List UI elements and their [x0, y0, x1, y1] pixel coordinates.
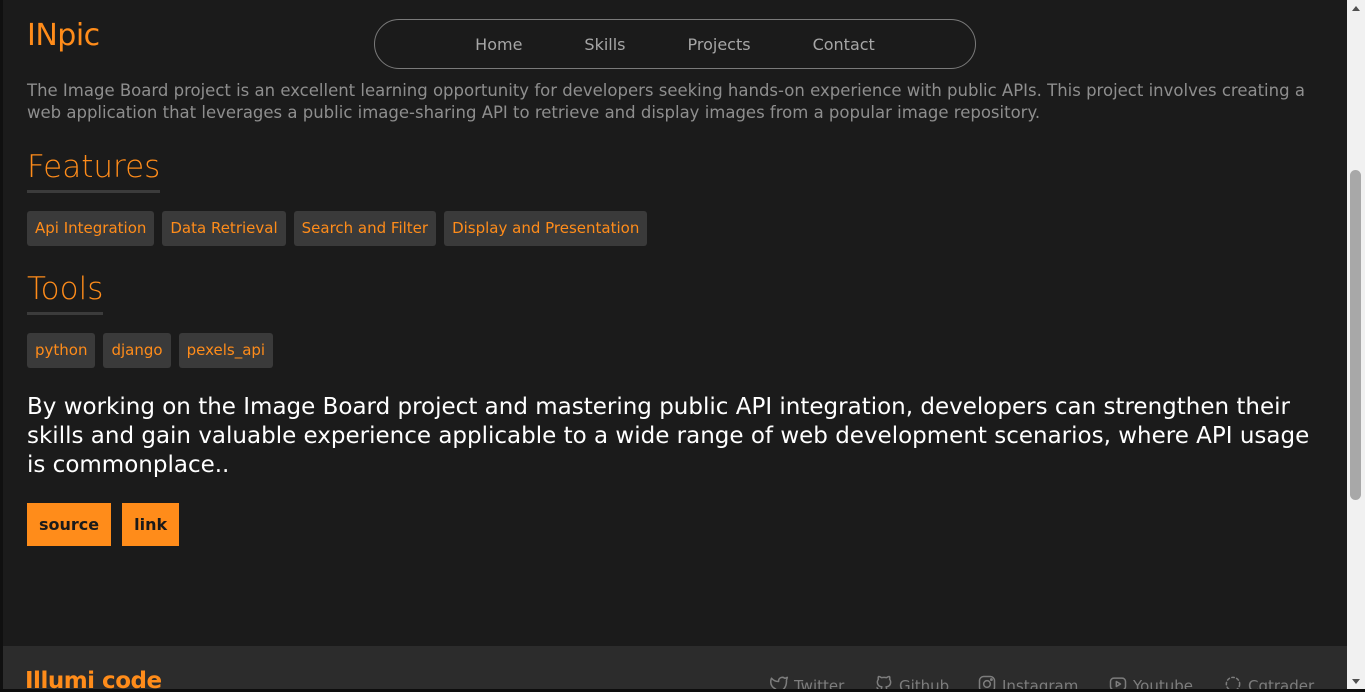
cgtrader-label: Cgtrader [1248, 677, 1315, 689]
vertical-scrollbar[interactable] [1347, 0, 1365, 689]
youtube-link[interactable]: Youtube [1108, 674, 1193, 689]
instagram-label: Instagram [1002, 677, 1079, 689]
footer-brand[interactable]: Illumi code [25, 668, 162, 689]
tool-chip: python [27, 333, 96, 368]
tools-heading: Tools [27, 270, 104, 315]
brand-logo[interactable]: INpic [27, 18, 100, 53]
source-button[interactable]: source [27, 503, 112, 546]
twitter-icon [769, 674, 789, 689]
project-actions: source link [27, 503, 180, 546]
project-intro: The Image Board project is an excellent … [27, 81, 1305, 122]
youtube-icon [1108, 674, 1128, 689]
youtube-label: Youtube [1133, 677, 1193, 689]
instagram-icon [977, 674, 997, 689]
tool-chip: pexels_api [178, 333, 274, 368]
link-button[interactable]: link [122, 503, 180, 546]
window-left-edge [0, 0, 3, 692]
nav-contact[interactable]: Contact [813, 35, 875, 54]
scroll-down-arrow-icon[interactable] [1347, 673, 1365, 689]
scroll-up-arrow-icon[interactable] [1347, 0, 1365, 16]
github-icon [874, 674, 894, 689]
feature-chip: Api Integration [27, 211, 155, 246]
twitter-label: Twitter [794, 677, 845, 689]
cgtrader-link[interactable]: Cgtrader [1223, 674, 1314, 689]
tools-list: python django pexels_api [27, 333, 274, 368]
nav-projects[interactable]: Projects [688, 35, 751, 54]
github-label: Github [899, 677, 950, 689]
features-list: Api Integration Data Retrieval Search an… [27, 211, 648, 246]
features-heading: Features [27, 148, 161, 193]
nav-skills[interactable]: Skills [584, 35, 625, 54]
feature-chip: Display and Presentation [444, 211, 648, 246]
instagram-link[interactable]: Instagram [977, 674, 1078, 689]
feature-chip: Search and Filter [293, 211, 437, 246]
scrollbar-thumb[interactable] [1350, 169, 1361, 500]
site-footer: Illumi code Twitter Github Instagram You… [3, 646, 1347, 689]
main-nav: Home Skills Projects Contact [374, 19, 976, 69]
twitter-link[interactable]: Twitter [769, 674, 844, 689]
feature-chip: Data Retrieval [162, 211, 286, 246]
nav-home[interactable]: Home [475, 35, 522, 54]
project-summary: By working on the Image Board project an… [27, 394, 1310, 478]
tool-chip: django [103, 333, 171, 368]
github-link[interactable]: Github [874, 674, 949, 689]
cgtrader-icon [1223, 674, 1243, 689]
